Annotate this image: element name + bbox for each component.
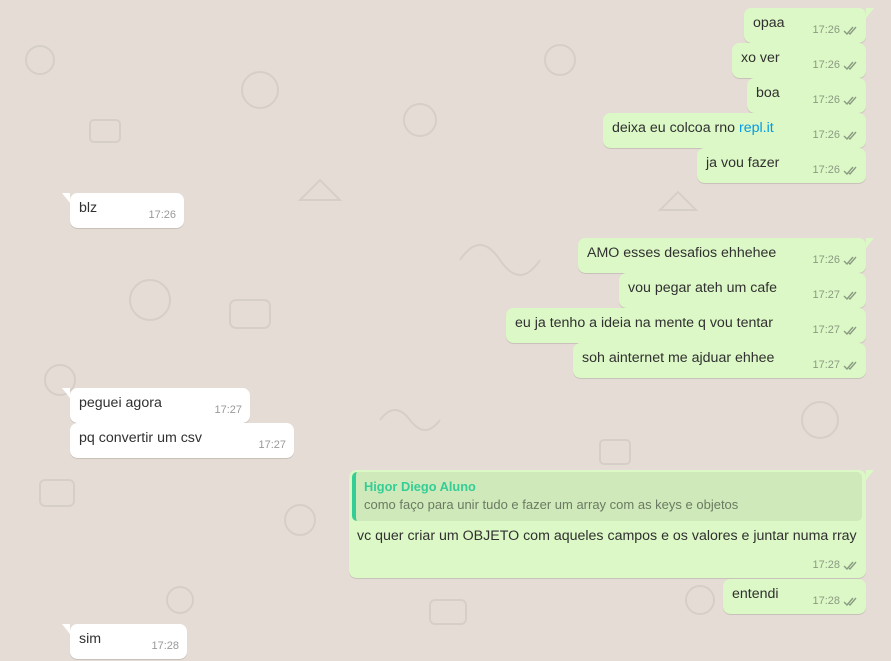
message-time: 17:26 <box>812 94 840 106</box>
message-bubble[interactable]: boa 17:26 <box>747 78 866 113</box>
message-text: vc quer criar um OBJETO com aqueles camp… <box>357 528 857 544</box>
double-check-icon <box>843 597 857 607</box>
message-text: sim <box>79 631 102 647</box>
message-text: entendi <box>732 586 779 602</box>
message-meta: 17:26 <box>148 208 176 223</box>
double-check-icon <box>843 61 857 71</box>
message-text: ja vou fazer <box>706 155 780 171</box>
message-time: 17:26 <box>148 209 176 221</box>
message-meta: 17:26 <box>812 163 859 178</box>
bubble-tail-icon <box>866 470 874 480</box>
message-text: opaa <box>753 15 785 31</box>
message-meta: 17:27 <box>812 323 859 338</box>
message-text-part: deixa eu colcoa rno <box>612 120 739 136</box>
message-time: 17:27 <box>214 404 242 416</box>
message-bubble[interactable]: sim 17:28 <box>62 624 187 659</box>
message-meta: 17:26 <box>812 58 859 73</box>
message-time: 17:26 <box>812 164 840 176</box>
message-meta: 17:26 <box>812 23 859 38</box>
message-bubble[interactable]: pq convertir um csv 17:27 <box>70 423 294 458</box>
quoted-message[interactable]: Higor Diego Aluno como faço para unir tu… <box>352 472 862 521</box>
double-check-icon <box>843 291 857 301</box>
message-time: 17:26 <box>812 24 840 36</box>
bubble-tail-icon <box>62 388 70 398</box>
message-time: 17:27 <box>812 289 840 301</box>
message-text: xo ver <box>741 50 780 66</box>
message-meta: 17:27 <box>812 288 859 303</box>
message-bubble[interactable]: AMO esses desafios ehhehee 17:26 <box>578 238 874 273</box>
double-check-icon <box>843 561 857 571</box>
message-meta: 17:27 <box>812 358 859 373</box>
bubble-tail-icon <box>866 238 874 248</box>
message-bubble[interactable]: deixa eu colcoa rno repl.it 17:26 <box>603 113 866 148</box>
quoted-author-name: Higor Diego Aluno <box>364 479 476 494</box>
double-check-icon <box>843 361 857 371</box>
message-bubble[interactable]: xo ver 17:26 <box>732 43 866 78</box>
message-text: boa <box>756 85 780 101</box>
double-check-icon <box>843 256 857 266</box>
message-text: AMO esses desafios ehhehee <box>587 245 777 261</box>
message-time: 17:27 <box>812 359 840 371</box>
message-bubble[interactable]: peguei agora 17:27 <box>62 388 250 423</box>
message-meta: 17:26 <box>812 93 859 108</box>
double-check-icon <box>843 131 857 141</box>
message-text: deixa eu colcoa rno repl.it <box>612 120 774 136</box>
message-text: vou pegar ateh um cafe <box>628 280 778 296</box>
message-bubble[interactable]: eu ja tenho a ideia na mente q vou tenta… <box>506 308 866 343</box>
message-text: eu ja tenho a ideia na mente q vou tenta… <box>515 315 773 331</box>
message-time: 17:28 <box>812 559 840 571</box>
message-bubble[interactable]: opaa 17:26 <box>744 8 874 43</box>
message-text: blz <box>79 200 98 216</box>
bubble-tail-icon <box>62 193 70 203</box>
message-time: 17:26 <box>812 59 840 71</box>
message-time: 17:28 <box>151 640 179 652</box>
message-time: 17:26 <box>812 254 840 266</box>
double-check-icon <box>843 326 857 336</box>
message-bubble[interactable]: soh ainternet me ajduar ehhee 17:27 <box>573 343 866 378</box>
message-time: 17:27 <box>258 439 286 451</box>
message-meta: 17:28 <box>812 558 859 573</box>
message-bubble[interactable]: vou pegar ateh um cafe 17:27 <box>619 273 866 308</box>
message-text: soh ainternet me ajduar ehhee <box>582 350 775 366</box>
message-bubble[interactable]: blz 17:26 <box>62 193 184 228</box>
message-bubble[interactable]: Higor Diego Aluno como faço para unir tu… <box>349 470 874 578</box>
bubble-tail-icon <box>62 624 70 634</box>
message-meta: 17:28 <box>151 639 179 654</box>
double-check-icon <box>843 26 857 36</box>
message-meta: 17:26 <box>812 253 859 268</box>
message-meta: 17:27 <box>214 403 242 418</box>
message-bubble[interactable]: ja vou fazer 17:26 <box>697 148 866 183</box>
message-time: 17:27 <box>812 324 840 336</box>
message-bubble[interactable]: entendi 17:28 <box>723 579 866 614</box>
message-time: 17:28 <box>812 595 840 607</box>
double-check-icon <box>843 96 857 106</box>
message-meta: 17:26 <box>812 128 859 143</box>
bubble-tail-icon <box>866 8 874 18</box>
message-text: peguei agora <box>79 395 162 411</box>
message-text: pq convertir um csv <box>79 430 202 446</box>
quoted-text: como faço para unir tudo e fazer um arra… <box>364 497 739 512</box>
message-meta: 17:27 <box>258 438 286 453</box>
message-meta: 17:28 <box>812 594 859 609</box>
message-time: 17:26 <box>812 129 840 141</box>
message-link[interactable]: repl.it <box>739 120 774 136</box>
double-check-icon <box>843 166 857 176</box>
